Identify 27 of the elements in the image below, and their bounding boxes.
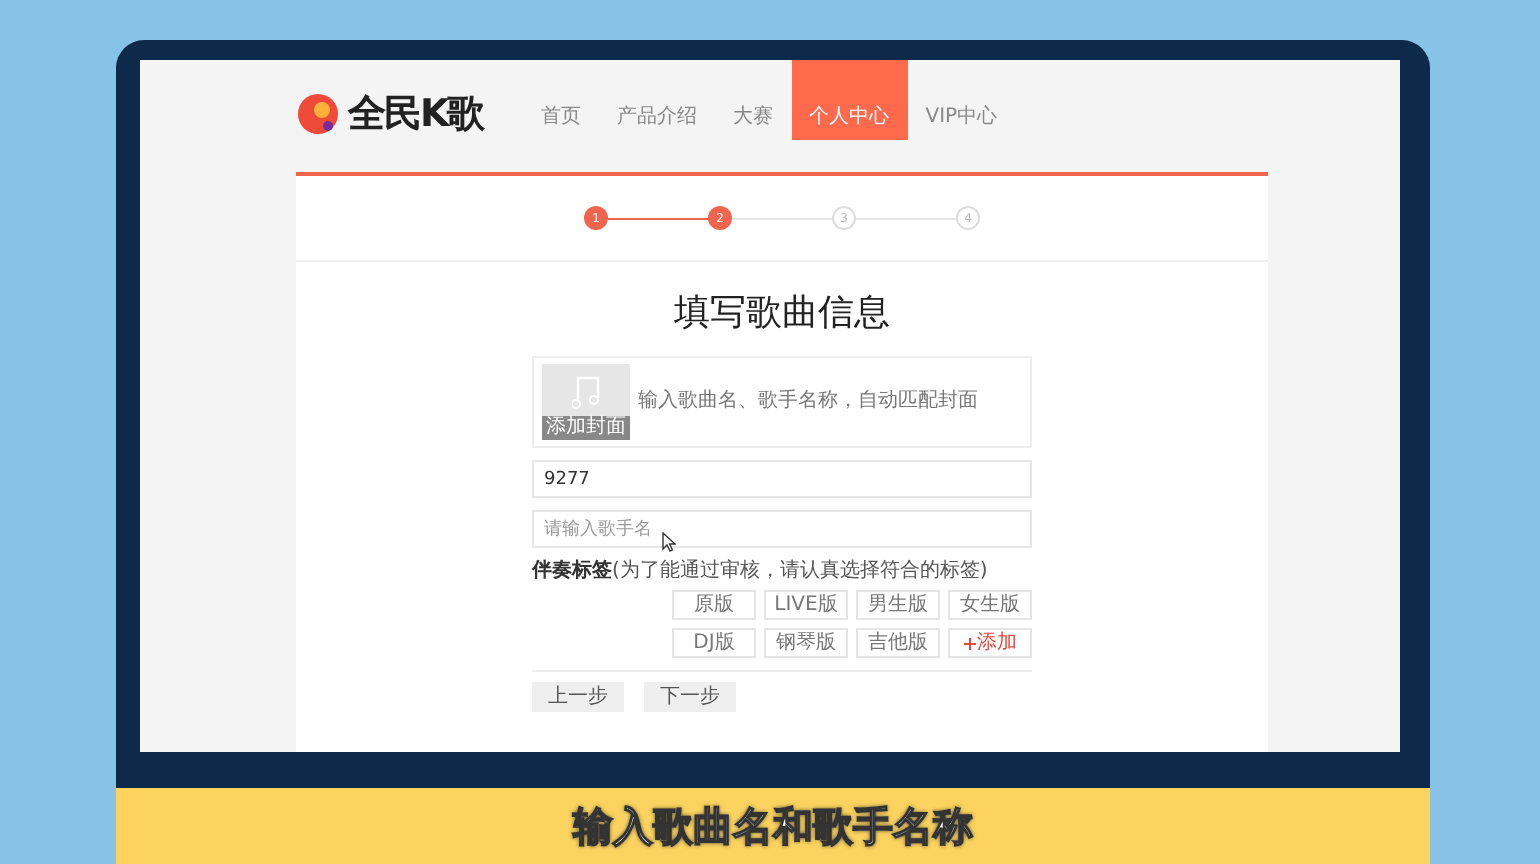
nav-tab[interactable]: VIP中心	[907, 60, 1016, 140]
tag-label: 伴奏标签(为了能通过审核，请认真选择符合的标签)	[532, 560, 990, 584]
song-name-field[interactable]: 9277	[532, 460, 1032, 498]
plus-icon	[963, 637, 975, 649]
nav-tab[interactable]: 首页	[523, 60, 600, 140]
logo-icon	[296, 92, 340, 137]
logo-text: 全民K歌	[348, 90, 484, 140]
nav-tab[interactable]: 个人中心	[791, 60, 908, 140]
singer-field[interactable]: 请输入歌手名	[532, 510, 1032, 548]
add-cover-button[interactable]: 添加封面	[542, 416, 630, 440]
next-step-button[interactable]: 下一步	[644, 682, 736, 712]
add-tag-button[interactable]: 添加	[948, 628, 1032, 658]
tag-option[interactable]: 吉他版	[856, 628, 940, 658]
tag-option[interactable]: DJ版	[672, 628, 756, 658]
caption-text: 输入歌曲名和歌手名称	[573, 800, 973, 854]
nav-tab[interactable]: 大赛	[715, 60, 792, 140]
tag-option[interactable]: 钢琴版	[764, 628, 848, 658]
music-note-icon	[572, 374, 600, 410]
page-title: 填写歌曲信息	[672, 290, 892, 338]
cursor-icon	[662, 532, 676, 552]
tag-option[interactable]: 原版	[672, 590, 756, 620]
nav-tab[interactable]: 产品介绍	[599, 60, 716, 140]
tag-option[interactable]: LIVE版	[764, 590, 848, 620]
tag-option[interactable]: 男生版	[856, 590, 940, 620]
cover-hint: 输入歌曲名、歌手名称，自动匹配封面	[638, 390, 978, 414]
tag-option[interactable]: 女生版	[948, 590, 1032, 620]
previous-step-button[interactable]: 上一步	[532, 682, 624, 712]
